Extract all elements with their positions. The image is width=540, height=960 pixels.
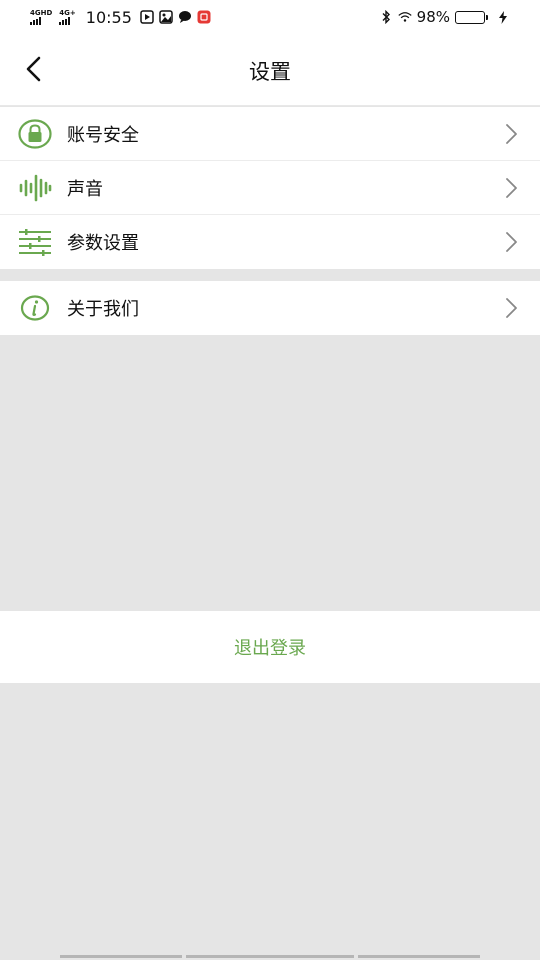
lock-icon xyxy=(17,118,53,149)
menu-item-label: 账号安全 xyxy=(67,124,139,146)
network-2-label: 4G+ xyxy=(59,8,76,17)
sound-wave-icon xyxy=(17,173,53,203)
settings-group-2: 关于我们 xyxy=(0,281,540,335)
menu-item-account-security[interactable]: 账号安全 xyxy=(0,107,540,161)
status-bar-left: 4GHD 4G+ 10:55 xyxy=(30,8,211,27)
status-time: 10:55 xyxy=(85,7,132,27)
menu-item-label: 声音 xyxy=(67,178,103,200)
menu-item-parameter-settings[interactable]: 参数设置 xyxy=(0,215,540,269)
info-icon xyxy=(17,293,53,323)
battery-percent: 98% xyxy=(416,8,450,26)
home-indicator xyxy=(60,955,481,958)
sliders-icon xyxy=(17,227,53,257)
chevron-right-icon xyxy=(504,297,520,319)
network-1: 4GHD xyxy=(30,8,53,25)
settings-group-1: 账号安全 声音 参数设置 xyxy=(0,107,540,269)
red-app-icon xyxy=(197,10,211,24)
charging-icon xyxy=(496,10,510,24)
network-1-label: 4GHD xyxy=(30,8,53,17)
logout-button[interactable]: 退出登录 xyxy=(0,611,540,683)
status-bar: 4GHD 4G+ 10:55 98% xyxy=(0,0,540,34)
signal-bars-icon xyxy=(59,16,71,25)
chevron-right-icon xyxy=(504,231,520,253)
play-icon xyxy=(140,10,154,24)
photo-app-icon xyxy=(159,10,173,24)
chat-bubble-icon xyxy=(178,10,192,24)
nav-bar: 设置 xyxy=(0,34,540,106)
logout-label: 退出登录 xyxy=(234,638,306,659)
menu-item-label: 参数设置 xyxy=(67,233,139,254)
menu-item-label: 关于我们 xyxy=(67,299,139,320)
network-2: 4G+ xyxy=(59,8,76,25)
bluetooth-icon xyxy=(379,10,393,24)
chevron-right-icon xyxy=(504,177,520,199)
chevron-right-icon xyxy=(504,123,520,145)
status-bar-right: 98% xyxy=(379,8,510,26)
wifi-icon xyxy=(398,10,412,24)
page-title: 设置 xyxy=(249,60,291,84)
menu-item-about-us[interactable]: 关于我们 xyxy=(0,281,540,335)
menu-item-sound[interactable]: 声音 xyxy=(0,161,540,215)
signal-bars-icon xyxy=(30,16,41,25)
battery-icon xyxy=(455,10,488,24)
